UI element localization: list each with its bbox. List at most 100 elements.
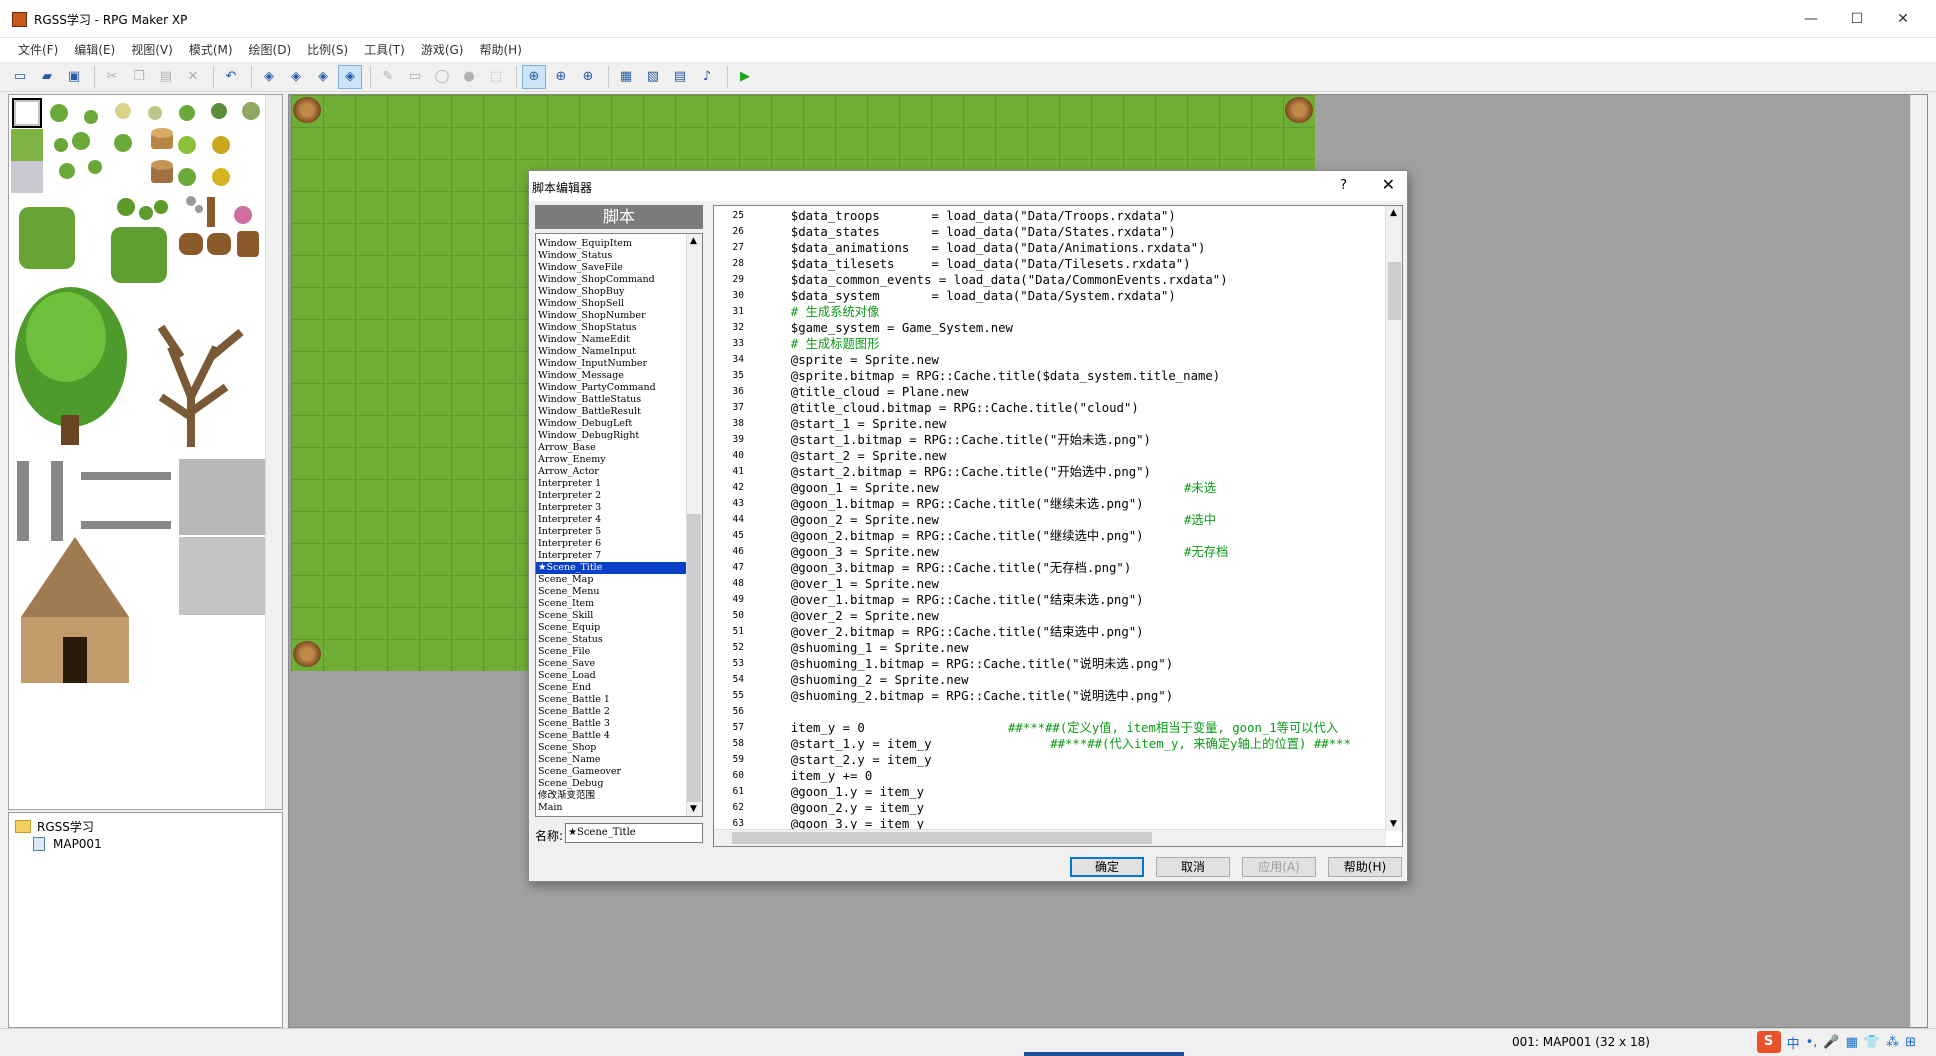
script-list-item[interactable]: Window_DebugRight	[536, 430, 686, 442]
open-project-icon[interactable]: ▰	[35, 65, 59, 89]
script-list-item[interactable]: Scene_Battle 1	[536, 694, 686, 706]
script-list-item[interactable]: Scene_Status	[536, 634, 686, 646]
script-list-item[interactable]: Scene_Shop	[536, 742, 686, 754]
script-list-item[interactable]: Scene_Battle 4	[536, 730, 686, 742]
scroll-thumb[interactable]	[732, 832, 1152, 844]
code-line[interactable]: 57 item_y = 0 ##***##(定义y值, item相当于变量, go…	[714, 720, 1384, 736]
tileset-palette[interactable]	[8, 94, 283, 810]
menu-item-1[interactable]: 编辑(E)	[66, 38, 123, 62]
code-line[interactable]: 43 @goon_1.bitmap = RPG::Cache.title("继续…	[714, 496, 1384, 512]
zoom-1-1-icon[interactable]: ⊕	[522, 64, 546, 89]
script-list-item[interactable]: 修改渐变范围	[536, 790, 686, 802]
ime-item-5[interactable]: ⁂	[1886, 1035, 1899, 1050]
code-line[interactable]: 36 @title_cloud = Plane.new	[714, 384, 1384, 400]
script-list-item[interactable]: Interpreter 2	[536, 490, 686, 502]
script-list-item[interactable]: Scene_End	[536, 682, 686, 694]
cut-icon[interactable]: ✂	[100, 65, 124, 89]
script-list-item[interactable]: Window_NameEdit	[536, 334, 686, 346]
maximize-button[interactable]: ☐	[1834, 0, 1880, 38]
script-list-item[interactable]: Window_ShopCommand	[536, 274, 686, 286]
script-list-item[interactable]: Scene_Battle 2	[536, 706, 686, 718]
material-icon[interactable]: ▧	[641, 65, 665, 89]
code-line[interactable]: 35 @sprite.bitmap = RPG::Cache.title($da…	[714, 368, 1384, 384]
scroll-thumb[interactable]	[687, 514, 701, 802]
menu-item-5[interactable]: 比例(S)	[299, 38, 356, 62]
script-list-item[interactable]: Window_PartyCommand	[536, 382, 686, 394]
map-tree[interactable]: RGSS学习 MAP001	[8, 812, 283, 1028]
script-list-item[interactable]: Interpreter 4	[536, 514, 686, 526]
playtest-icon[interactable]: ▶	[733, 65, 757, 89]
code-line[interactable]: 54 @shuoming_2 = Sprite.new	[714, 672, 1384, 688]
script-list-item[interactable]: Window_ShopBuy	[536, 286, 686, 298]
ime-item-2[interactable]: 🎤	[1823, 1035, 1839, 1050]
code-line[interactable]: 38 @start_1 = Sprite.new	[714, 416, 1384, 432]
zoom-1-2-icon[interactable]: ⊕	[549, 65, 573, 89]
code-line[interactable]: 55 @shuoming_2.bitmap = RPG::Cache.title…	[714, 688, 1384, 704]
select-icon[interactable]: ⬚	[484, 65, 508, 89]
ellipse-icon[interactable]: ◯	[430, 65, 454, 89]
code-line[interactable]: 42 @goon_1 = Sprite.new #未选	[714, 480, 1384, 496]
code-line[interactable]: 59 @start_2.y = item_y	[714, 752, 1384, 768]
minimize-button[interactable]: —	[1788, 0, 1834, 38]
menu-item-2[interactable]: 视图(V)	[123, 38, 181, 62]
pencil-icon[interactable]: ✎	[376, 65, 400, 89]
code-line[interactable]: 46 @goon_3 = Sprite.new #无存档	[714, 544, 1384, 560]
sound-test-icon[interactable]: ♪	[695, 65, 719, 89]
code-line[interactable]: 39 @start_1.bitmap = RPG::Cache.title("开…	[714, 432, 1384, 448]
script-list-item[interactable]: Interpreter 6	[536, 538, 686, 550]
script-list-item[interactable]: Window_BattleResult	[536, 406, 686, 418]
ime-item-0[interactable]: 中	[1787, 1033, 1800, 1052]
ime-item-3[interactable]: ▦	[1846, 1035, 1858, 1050]
code-line[interactable]: 33 # 生成标题图形	[714, 336, 1384, 352]
script-list-item[interactable]: Scene_File	[536, 646, 686, 658]
script-list-item[interactable]: Window_ShopStatus	[536, 322, 686, 334]
menu-item-7[interactable]: 游戏(G)	[413, 38, 472, 62]
editor-vscrollbar[interactable]: ▲ ▼	[1385, 206, 1402, 831]
fill-icon[interactable]: ●	[457, 65, 481, 89]
ime-item-4[interactable]: 👕	[1864, 1035, 1880, 1050]
code-line[interactable]: 60 item_y += 0	[714, 768, 1384, 784]
menu-item-6[interactable]: 工具(T)	[356, 38, 413, 62]
menu-item-3[interactable]: 模式(M)	[181, 38, 241, 62]
script-list-item[interactable]: Scene_Skill	[536, 610, 686, 622]
code-line[interactable]: 34 @sprite = Sprite.new	[714, 352, 1384, 368]
script-list-item[interactable]: Interpreter 5	[536, 526, 686, 538]
script-list-item[interactable]: Window_SaveFile	[536, 262, 686, 274]
event-layer-icon[interactable]: ◈	[338, 64, 362, 89]
script-list-item[interactable]: Window_BattleStatus	[536, 394, 686, 406]
script-list-item[interactable]: Window_ShopSell	[536, 298, 686, 310]
script-list-item[interactable]: Scene_Map	[536, 574, 686, 586]
code-line[interactable]: 52 @shuoming_1 = Sprite.new	[714, 640, 1384, 656]
layer3-icon[interactable]: ◈	[311, 65, 335, 89]
script-list-item[interactable]: Scene_Name	[536, 754, 686, 766]
apply-button[interactable]: 应用(A)	[1242, 857, 1316, 877]
code-line[interactable]: 29 $data_common_events = load_data("Data…	[714, 272, 1384, 288]
code-line[interactable]: 37 @title_cloud.bitmap = RPG::Cache.titl…	[714, 400, 1384, 416]
script-list-item[interactable]: Interpreter 7	[536, 550, 686, 562]
menu-item-0[interactable]: 文件(F)	[10, 38, 66, 62]
dialog-close-button[interactable]: ✕	[1382, 175, 1395, 194]
code-line[interactable]: 41 @start_2.bitmap = RPG::Cache.title("开…	[714, 464, 1384, 480]
code-editor[interactable]: 25 $data_troops = load_data("Data/Troops…	[713, 205, 1403, 847]
code-line[interactable]: 51 @over_2.bitmap = RPG::Cache.title("结束…	[714, 624, 1384, 640]
script-list-item[interactable]: Window_NameInput	[536, 346, 686, 358]
palette-scrollbar[interactable]	[265, 95, 282, 809]
paste-icon[interactable]: ▤	[154, 65, 178, 89]
code-line[interactable]: 28 $data_tilesets = load_data("Data/Tile…	[714, 256, 1384, 272]
script-list-item[interactable]: Scene_Save	[536, 658, 686, 670]
code-line[interactable]: 47 @goon_3.bitmap = RPG::Cache.title("无存…	[714, 560, 1384, 576]
script-name-input[interactable]: ★Scene_Title	[565, 823, 703, 843]
code-line[interactable]: 44 @goon_2 = Sprite.new #选中	[714, 512, 1384, 528]
code-line[interactable]: 30 $data_system = load_data("Data/System…	[714, 288, 1384, 304]
sogou-ime-icon[interactable]: S	[1756, 1031, 1781, 1053]
menu-item-8[interactable]: 帮助(H)	[472, 38, 530, 62]
code-line[interactable]: 26 $data_states = load_data("Data/States…	[714, 224, 1384, 240]
ime-toolbar[interactable]: S 中 •, 🎤 ▦ 👕 ⁂ ⊞	[1756, 1031, 1916, 1053]
delete-icon[interactable]: ✕	[181, 65, 205, 89]
script-list-item[interactable]: Scene_Equip	[536, 622, 686, 634]
script-list-item[interactable]: Scene_Battle 3	[536, 718, 686, 730]
script-list[interactable]: Window_EquipItem Window_Status Window_Save…	[535, 233, 703, 817]
code-line[interactable]: 45 @goon_2.bitmap = RPG::Cache.title("继续…	[714, 528, 1384, 544]
scroll-down-icon[interactable]: ▼	[690, 804, 697, 814]
script-list-item[interactable]: Interpreter 1	[536, 478, 686, 490]
